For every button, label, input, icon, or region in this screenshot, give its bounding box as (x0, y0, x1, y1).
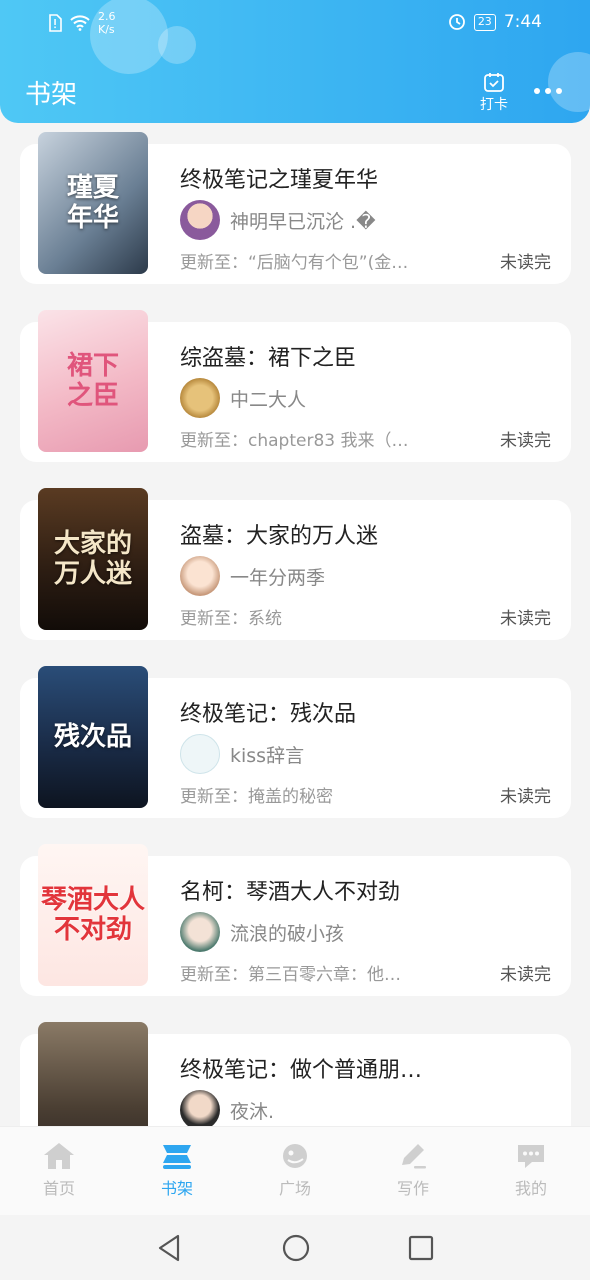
more-dot (545, 88, 551, 94)
nav-label: 写作 (396, 1179, 429, 1198)
author-avatar (180, 1090, 220, 1126)
more-dot (534, 88, 540, 94)
author-row: kiss辞言 (180, 734, 304, 774)
book-title: 终极笔记：做个普通朋… (180, 1058, 423, 1083)
book-card[interactable]: 裙下 之臣 综盗墓：裙下之臣 中二大人 更新至：chapter83 我来（… 未… (20, 310, 571, 462)
page-title: 书架 (25, 80, 78, 110)
update-info: 更新至：掩盖的秘密 (180, 787, 333, 807)
nav-home[interactable]: 首页 (0, 1127, 118, 1215)
alarm-icon (448, 14, 465, 30)
book-cover[interactable]: 琴酒大人 不对劲 (38, 844, 148, 986)
author-row: 流浪的破小孩 (180, 912, 344, 952)
more-dot (556, 88, 562, 94)
bookshelf-list[interactable]: 瑾夏 年华 终极笔记之瑾夏年华 神明早已沉沦 .⁠� 更新至：“后脑勺有个包”(… (0, 123, 590, 1126)
back-icon[interactable] (156, 1233, 182, 1263)
network-speed: 2.6 K/s (98, 10, 116, 36)
book-title: 名柯：琴酒大人不对劲 (180, 880, 401, 905)
bookshelf-icon (163, 1145, 191, 1169)
home-icon (44, 1143, 74, 1169)
book-title: 终极笔记之瑾夏年华 (180, 168, 379, 193)
book-cover[interactable] (38, 1022, 148, 1126)
checkin-button[interactable]: 打卡 (476, 72, 512, 114)
system-nav-bar (0, 1215, 590, 1280)
book-cover[interactable]: 瑾夏 年华 (38, 132, 148, 274)
read-status: 未读完 (500, 431, 551, 451)
book-card[interactable]: 琴酒大人 不对劲 名柯：琴酒大人不对劲 流浪的破小孩 更新至：第三百零六章：他…… (20, 844, 571, 996)
read-status: 未读完 (500, 787, 551, 807)
chat-bubble-icon (518, 1145, 544, 1168)
update-info: 更新至：“后脑勺有个包”(金… (180, 253, 409, 273)
nav-label: 首页 (42, 1179, 75, 1198)
book-card[interactable]: 残次品 终极笔记：残次品 kiss辞言 更新至：掩盖的秘密 未读完 (20, 666, 571, 818)
wifi-icon (70, 15, 90, 31)
nav-label: 书架 (160, 1179, 193, 1198)
read-status: 未读完 (500, 965, 551, 985)
update-info: 更新至：第三百零六章：他… (180, 965, 401, 985)
author-name: 流浪的破小孩 (230, 922, 345, 945)
author-row: 一年分两季 (180, 556, 325, 596)
book-card[interactable]: 大家的 万人迷 盗墓：大家的万人迷 一年分两季 更新至：系统 未读完 (20, 488, 571, 640)
checkin-label: 打卡 (480, 97, 508, 113)
book-cover[interactable]: 残次品 (38, 666, 148, 808)
nav-mine[interactable]: 我的 (472, 1127, 590, 1215)
planet-icon (283, 1144, 307, 1168)
author-row: 夜沐. (180, 1090, 274, 1126)
read-status: 未读完 (500, 253, 551, 273)
calendar-check-icon (484, 73, 504, 92)
book-card[interactable]: 瑾夏 年华 终极笔记之瑾夏年华 神明早已沉沦 .⁠� 更新至：“后脑勺有个包”(… (20, 132, 571, 284)
app-header: 2.6 K/s 23 7:44 书架 打卡 (0, 0, 590, 123)
author-avatar (180, 912, 220, 952)
author-avatar (180, 556, 220, 596)
book-title: 盗墓：大家的万人迷 (180, 524, 379, 549)
author-name: 一年分两季 (230, 566, 326, 589)
nav-square[interactable]: 广场 (236, 1127, 354, 1215)
author-name: 夜沐. (230, 1100, 275, 1123)
home-circle-icon[interactable] (281, 1233, 311, 1263)
sim-alert-icon (49, 14, 62, 32)
nav-bookshelf[interactable]: 书架 (118, 1127, 236, 1215)
nav-label: 我的 (514, 1179, 547, 1198)
book-cover[interactable]: 裙下 之臣 (38, 310, 148, 452)
author-avatar (180, 378, 220, 418)
update-info: 更新至：系统 (180, 609, 282, 629)
bottom-nav: 首页 书架 广场 写作 我的 (0, 1126, 590, 1215)
clock: 7:44 (503, 12, 542, 32)
battery-level: 23 (473, 13, 496, 31)
nav-label: 广场 (278, 1179, 311, 1198)
author-name: 神明早已沉沦 .⁠� (230, 210, 376, 233)
author-name: 中二大人 (230, 388, 307, 411)
author-name: kiss辞言 (230, 744, 305, 767)
author-row: 神明早已沉沦 .⁠� (180, 200, 376, 240)
book-title: 终极笔记：残次品 (180, 702, 357, 727)
author-avatar (180, 734, 220, 774)
author-row: 中二大人 (180, 378, 306, 418)
recents-icon[interactable] (407, 1233, 435, 1263)
more-menu-button[interactable] (534, 88, 562, 94)
pencil-icon (402, 1144, 426, 1169)
update-info: 更新至：chapter83 我来（… (180, 431, 409, 451)
book-card[interactable]: 终极笔记：做个普通朋… 夜沐. (20, 1022, 571, 1126)
read-status: 未读完 (500, 609, 551, 629)
book-title: 综盗墓：裙下之臣 (180, 346, 357, 371)
book-cover[interactable]: 大家的 万人迷 (38, 488, 148, 630)
nav-write[interactable]: 写作 (354, 1127, 472, 1215)
status-bar: 2.6 K/s 23 7:44 (0, 8, 590, 38)
author-avatar (180, 200, 220, 240)
decor-bubble (548, 52, 590, 112)
